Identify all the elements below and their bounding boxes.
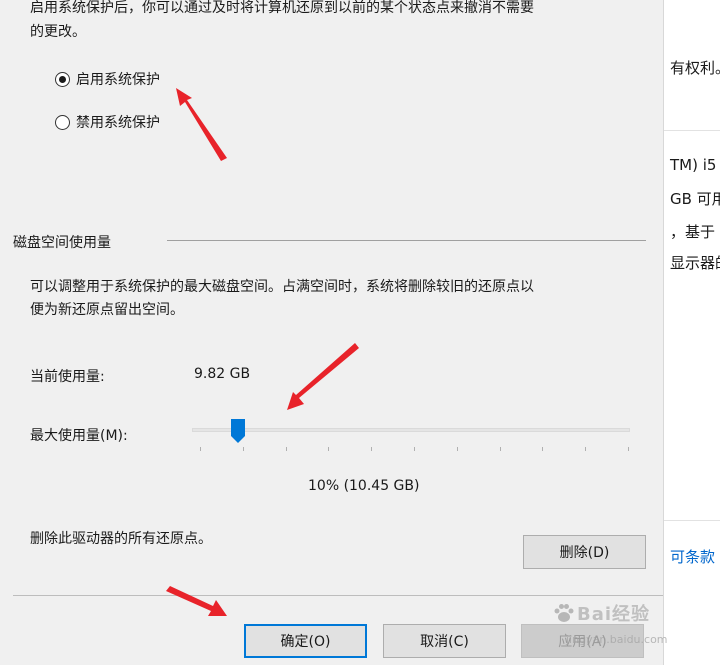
slider-tick (628, 447, 629, 451)
watermark-subtext: jingyan.baidu.com (566, 633, 668, 646)
slider-tick (285, 447, 287, 451)
footer-divider (13, 595, 663, 596)
system-protection-dialog: 启用系统保护后，你可以通过及时将计算机还原到以前的某个状态点来撤消不需要 的更改… (0, 0, 663, 665)
slider-tick (585, 447, 587, 451)
background-window: 有权利。 TM) i5 GB 可用 ，基于 显示器的 可条款 (663, 0, 720, 665)
bg-text-fragment: 显示器的 (670, 254, 720, 272)
slider-tick (371, 447, 373, 451)
ok-button[interactable]: 确定(O) (244, 624, 367, 658)
enable-protection-label: 启用系统保护 (76, 72, 160, 88)
radio-selected-icon (55, 71, 70, 87)
max-usage-label: 最大使用量(M): (30, 428, 128, 444)
slider-value-text: 10% (10.45 GB) (308, 478, 420, 494)
disk-usage-description-line1: 可以调整用于系统保护的最大磁盘空间。占满空间时，系统将删除较旧的还原点以 (30, 279, 534, 295)
bg-text-fragment: TM) i5 (670, 156, 717, 174)
delete-restore-points-text: 删除此驱动器的所有还原点。 (30, 531, 212, 547)
cancel-button[interactable]: 取消(C) (383, 624, 506, 658)
slider-tick (499, 447, 501, 451)
current-usage-label: 当前使用量: (30, 369, 105, 385)
bg-text-fragment: GB 可用 (670, 190, 720, 208)
slider-tick (456, 447, 458, 451)
slider-tick (542, 447, 544, 451)
bg-divider (664, 520, 720, 521)
bg-text-fragment: 有权利。 (670, 59, 720, 77)
current-usage-value: 9.82 GB (194, 366, 251, 382)
max-usage-slider-track[interactable] (192, 428, 630, 432)
bg-divider (664, 130, 720, 131)
slider-tick (414, 447, 415, 451)
slider-tick (328, 447, 330, 451)
bg-license-link[interactable]: 可条款 (670, 546, 715, 567)
slider-tick (200, 447, 201, 451)
group-divider (167, 240, 646, 241)
disk-usage-group-title: 磁盘空间使用量 (13, 235, 111, 251)
disk-usage-description-line2: 便为新还原点留出空间。 (30, 302, 184, 318)
intro-text-line1: 启用系统保护后，你可以通过及时将计算机还原到以前的某个状态点来撤消不需要 (30, 0, 534, 16)
radio-unselected-icon (55, 114, 70, 130)
disable-protection-radio[interactable]: 禁用系统保护 (55, 112, 160, 132)
delete-button[interactable]: 删除(D) (523, 535, 646, 569)
max-usage-slider-thumb[interactable] (230, 418, 246, 444)
slider-tick (242, 447, 244, 451)
intro-text-line2: 的更改。 (30, 24, 86, 40)
bg-text-fragment: ，基于 (670, 223, 716, 241)
enable-protection-radio[interactable]: 启用系统保护 (55, 69, 160, 89)
disable-protection-label: 禁用系统保护 (76, 115, 160, 131)
